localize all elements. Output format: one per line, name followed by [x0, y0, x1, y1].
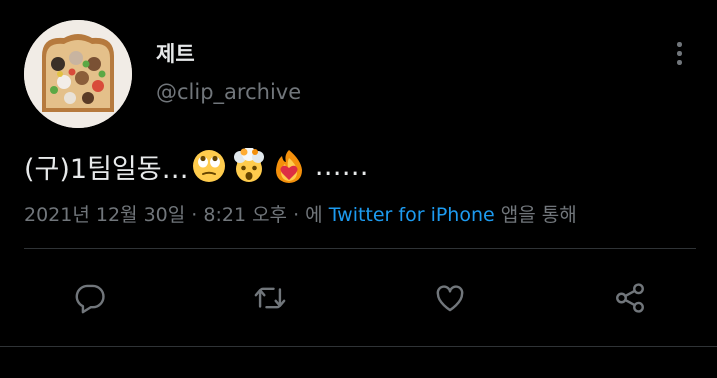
reply-button[interactable]: [70, 278, 110, 318]
mind-blown-emoji-icon: [231, 148, 267, 184]
like-button[interactable]: [430, 278, 470, 318]
eye-roll-emoji-icon: [191, 148, 227, 184]
source-app-link[interactable]: Twitter for iPhone: [329, 204, 495, 226]
tweet-text-tail: ……: [314, 150, 369, 182]
divider: [24, 248, 696, 249]
share-icon: [616, 283, 644, 313]
source-prefix: 에: [305, 204, 329, 226]
tweet-time[interactable]: 8:21 오후: [203, 204, 287, 226]
divider: [0, 346, 717, 347]
meta-separator: ·: [185, 204, 204, 226]
display-name[interactable]: 제트: [156, 38, 195, 68]
heart-on-fire-emoji-icon: [271, 148, 307, 184]
tweet-date[interactable]: 2021년 12월 30일: [24, 204, 185, 226]
source-suffix: 앱을 통해: [494, 204, 577, 226]
tweet-timestamp: 2021년 12월 30일 · 8:21 오후 · 에 Twitter for …: [24, 200, 577, 227]
reply-icon: [75, 284, 105, 314]
share-button[interactable]: [610, 278, 650, 318]
retweet-button[interactable]: [250, 278, 290, 318]
more-options-button[interactable]: [664, 38, 694, 68]
tweet-text: (구)1팀일동… ……: [24, 144, 369, 188]
avatar[interactable]: [24, 20, 132, 128]
username-handle[interactable]: @clip_archive: [156, 80, 301, 104]
like-icon: [436, 285, 464, 312]
tweet-text-main: (구)1팀일동…: [24, 153, 189, 185]
retweet-icon: [254, 287, 286, 309]
meta-separator: ·: [287, 204, 306, 226]
